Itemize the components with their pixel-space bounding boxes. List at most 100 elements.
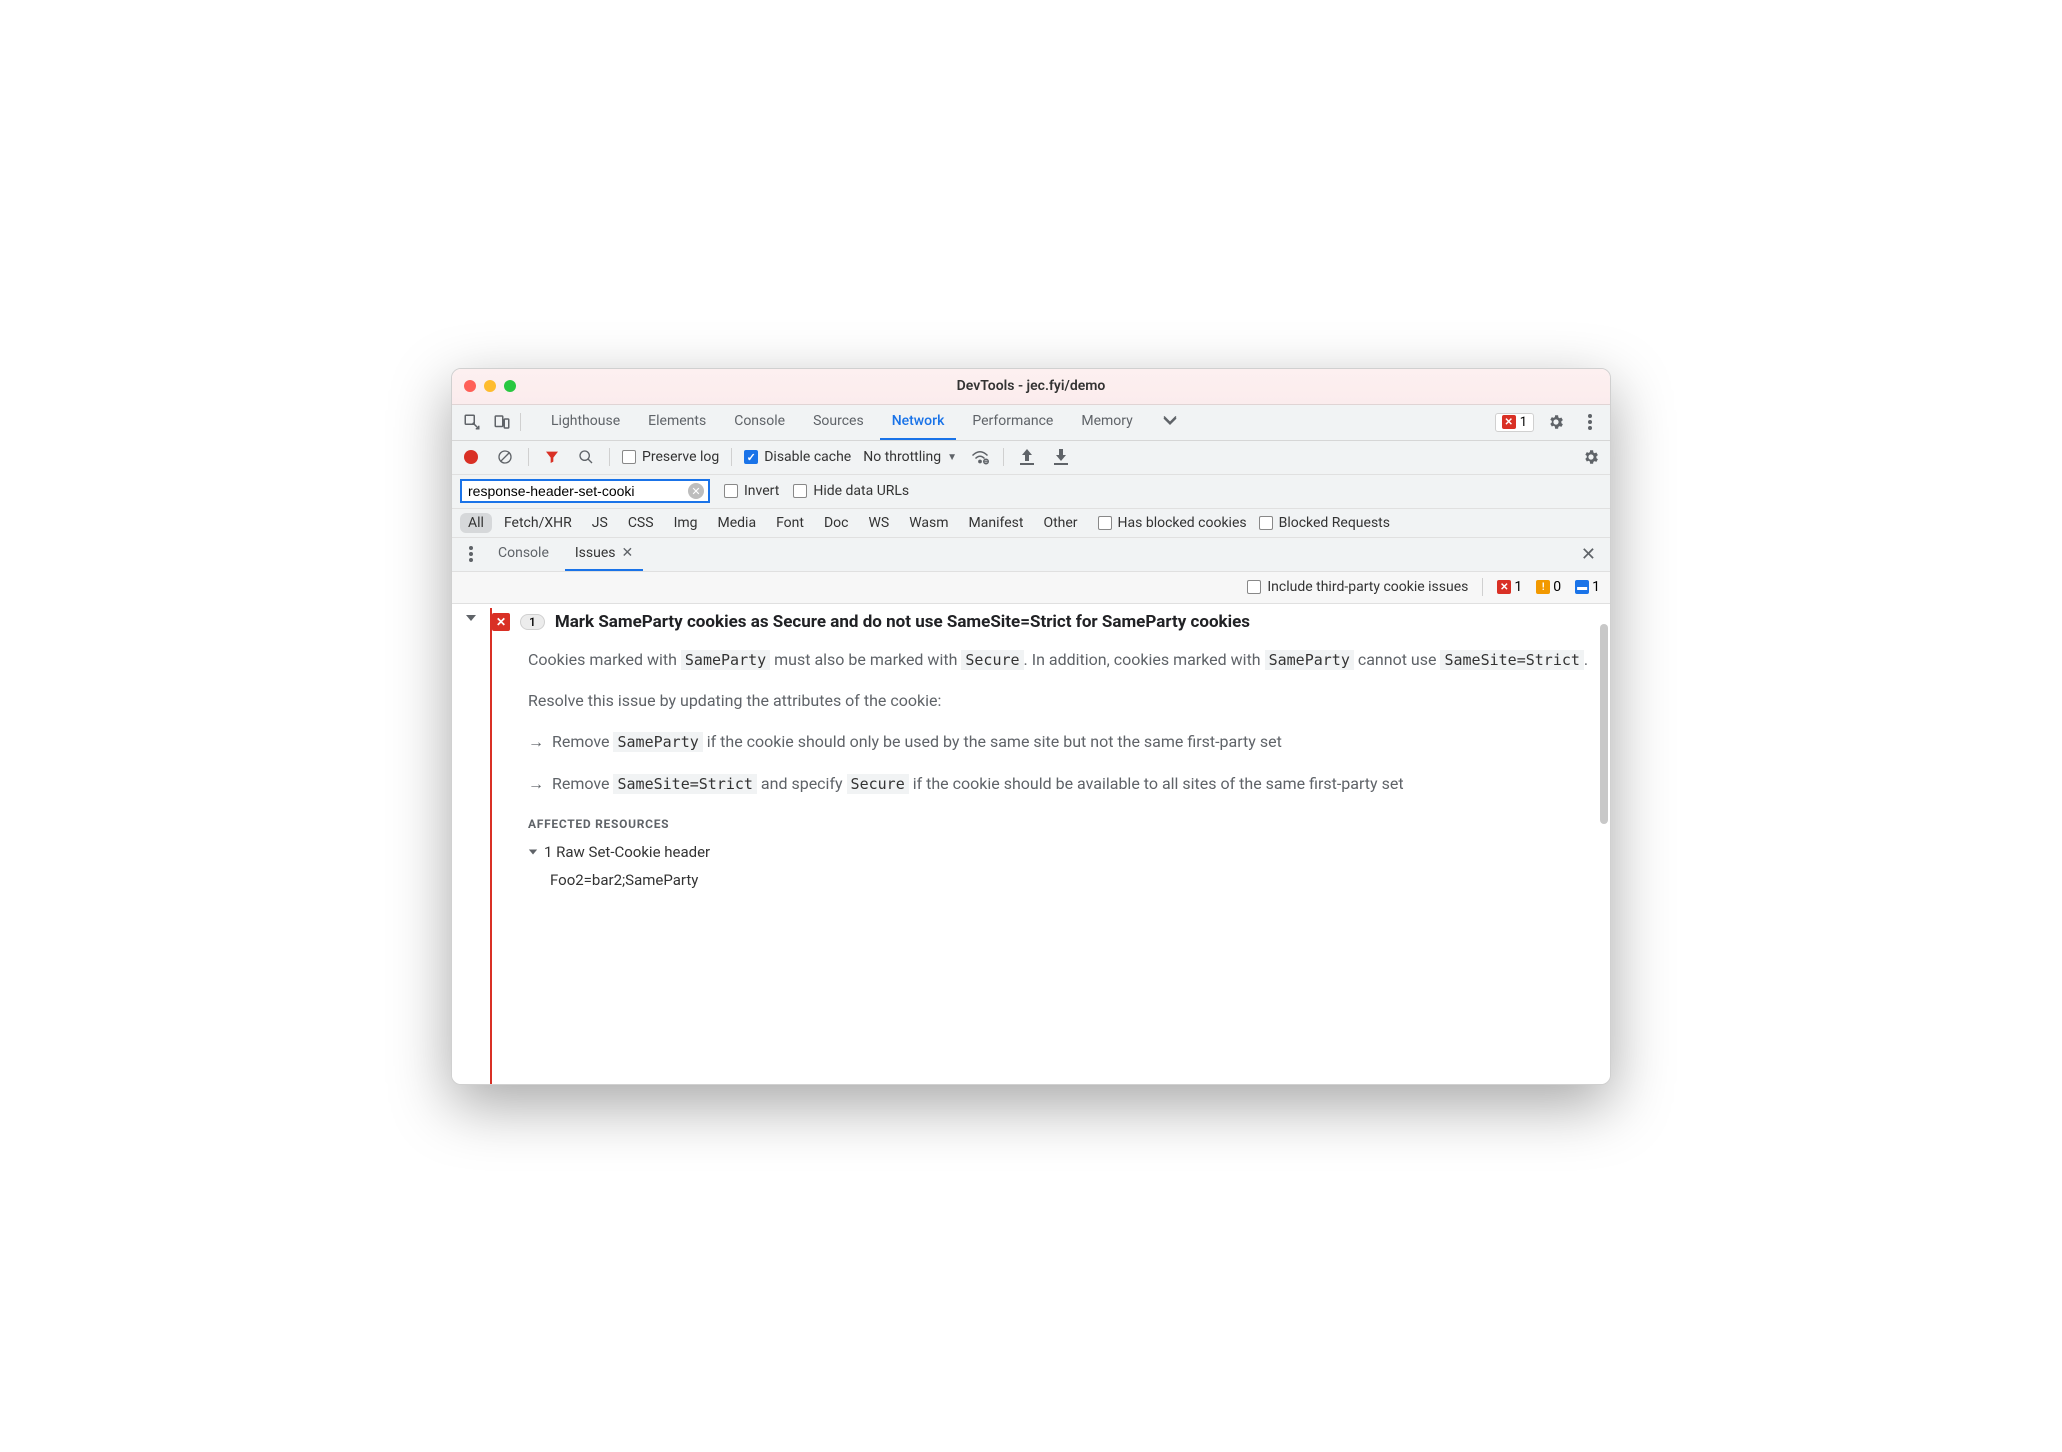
issue-title: Mark SameParty cookies as Secure and do … (555, 612, 1250, 632)
zoom-window-button[interactable] (504, 380, 516, 392)
type-js[interactable]: JS (584, 513, 616, 533)
chevron-down-icon (528, 847, 538, 857)
throttling-dropdown[interactable]: No throttling ▼ (863, 449, 957, 465)
checkbox-icon (744, 450, 758, 464)
error-icon: ✕ (1497, 580, 1511, 594)
type-wasm[interactable]: Wasm (901, 513, 956, 533)
tab-lighthouse[interactable]: Lighthouse (539, 405, 632, 440)
network-settings-icon[interactable] (1580, 446, 1602, 468)
record-button[interactable] (460, 446, 482, 468)
divider (609, 448, 610, 466)
checkbox-icon (724, 484, 738, 498)
filter-input[interactable] (468, 483, 688, 499)
divider (528, 448, 529, 466)
issue-error-icon: ✕ (492, 613, 510, 631)
search-icon[interactable] (575, 446, 597, 468)
error-count: 1 (1520, 415, 1527, 430)
type-font[interactable]: Font (768, 513, 812, 533)
checkbox-icon (793, 484, 807, 498)
warning-icon: ! (1536, 580, 1550, 594)
tab-console[interactable]: Console (722, 405, 797, 440)
type-fetch-xhr[interactable]: Fetch/XHR (496, 513, 580, 533)
warning-count-group[interactable]: ! 0 (1536, 579, 1561, 595)
download-har-icon[interactable] (1050, 446, 1072, 468)
affected-resource-detail: Foo2=bar2;SameParty (550, 871, 1592, 889)
invert-checkbox[interactable]: Invert (724, 483, 779, 499)
device-toolbar-icon[interactable] (490, 410, 514, 434)
checkbox-icon (1098, 516, 1112, 530)
caret-down-icon: ▼ (947, 452, 957, 463)
affected-resources-heading: AFFECTED RESOURCES (528, 817, 1592, 831)
minimize-window-button[interactable] (484, 380, 496, 392)
network-controls: Preserve log Disable cache No throttling… (452, 441, 1610, 475)
type-all[interactable]: All (460, 513, 492, 533)
type-filter-bar: All Fetch/XHR JS CSS Img Media Font Doc … (452, 509, 1610, 538)
filter-icon[interactable] (541, 446, 563, 468)
filter-input-wrapper[interactable]: ✕ (460, 479, 710, 503)
chevron-down-icon[interactable] (465, 612, 477, 624)
type-other[interactable]: Other (1035, 513, 1085, 533)
tab-memory[interactable]: Memory (1069, 405, 1144, 440)
error-count-group[interactable]: ✕ 1 (1497, 579, 1522, 595)
clear-icon[interactable] (494, 446, 516, 468)
include-third-party-checkbox[interactable]: Include third-party cookie issues (1247, 579, 1468, 595)
titlebar: DevTools - jec.fyi/demo (452, 369, 1610, 405)
type-img[interactable]: Img (666, 513, 706, 533)
arrow-icon: → (528, 770, 544, 798)
scrollbar[interactable] (1600, 624, 1608, 824)
tab-performance[interactable]: Performance (960, 405, 1065, 440)
type-manifest[interactable]: Manifest (961, 513, 1032, 533)
close-drawer-icon[interactable]: ✕ (1575, 544, 1602, 565)
divider (1482, 578, 1483, 596)
inspect-element-icon[interactable] (460, 410, 484, 434)
tab-sources[interactable]: Sources (801, 405, 876, 440)
type-css[interactable]: CSS (620, 513, 662, 533)
error-count-pill[interactable]: ✕ 1 (1495, 413, 1534, 432)
close-window-button[interactable] (464, 380, 476, 392)
upload-har-icon[interactable] (1016, 446, 1038, 468)
issue-main: ✕ 1 Mark SameParty cookies as Secure and… (492, 604, 1610, 1084)
divider (520, 413, 521, 431)
devtools-window: DevTools - jec.fyi/demo Lighthouse Eleme… (451, 368, 1611, 1085)
issues-body: ✕ 1 Mark SameParty cookies as Secure and… (452, 604, 1610, 1084)
drawer-tab-console[interactable]: Console (488, 538, 559, 571)
close-tab-icon[interactable]: ✕ (622, 545, 634, 561)
main-toolbar: Lighthouse Elements Console Sources Netw… (452, 405, 1610, 441)
window-title: DevTools - jec.fyi/demo (957, 378, 1106, 394)
settings-icon[interactable] (1544, 410, 1568, 434)
affected-resource-row[interactable]: 1 Raw Set-Cookie header (528, 843, 1592, 861)
hide-data-urls-checkbox[interactable]: Hide data URLs (793, 483, 909, 499)
type-media[interactable]: Media (710, 513, 765, 533)
divider (1003, 448, 1004, 466)
has-blocked-cookies-checkbox[interactable]: Has blocked cookies (1098, 515, 1247, 531)
issue-gutter (452, 604, 490, 1084)
issues-toolbar: Include third-party cookie issues ✕ 1 ! … (452, 572, 1610, 604)
panel-tabs: Lighthouse Elements Console Sources Netw… (539, 405, 1489, 440)
preserve-log-checkbox[interactable]: Preserve log (622, 449, 719, 465)
issue-header[interactable]: ✕ 1 Mark SameParty cookies as Secure and… (492, 612, 1592, 632)
more-icon[interactable] (1578, 410, 1602, 434)
checkbox-icon (1259, 516, 1273, 530)
drawer-tabs: Console Issues ✕ ✕ (452, 538, 1610, 572)
issue-count-pill: 1 (520, 614, 545, 630)
tab-elements[interactable]: Elements (636, 405, 718, 440)
info-icon: ▬ (1575, 580, 1589, 594)
checkbox-icon (1247, 580, 1261, 594)
traffic-lights (464, 380, 516, 392)
type-ws[interactable]: WS (860, 513, 897, 533)
drawer-more-icon[interactable] (460, 543, 482, 565)
divider (731, 448, 732, 466)
error-icon: ✕ (1502, 415, 1516, 429)
disable-cache-checkbox[interactable]: Disable cache (744, 449, 851, 465)
issue-description: Cookies marked with SameParty must also … (528, 646, 1592, 798)
network-conditions-icon[interactable] (969, 446, 991, 468)
type-doc[interactable]: Doc (816, 513, 857, 533)
checkbox-icon (622, 450, 636, 464)
tab-overflow[interactable] (1149, 405, 1191, 440)
drawer-tab-issues[interactable]: Issues ✕ (565, 538, 643, 571)
info-count-group[interactable]: ▬ 1 (1575, 579, 1600, 595)
clear-filter-icon[interactable]: ✕ (688, 483, 704, 499)
blocked-requests-checkbox[interactable]: Blocked Requests (1259, 515, 1390, 531)
arrow-icon: → (528, 728, 544, 756)
tab-network[interactable]: Network (880, 405, 957, 440)
